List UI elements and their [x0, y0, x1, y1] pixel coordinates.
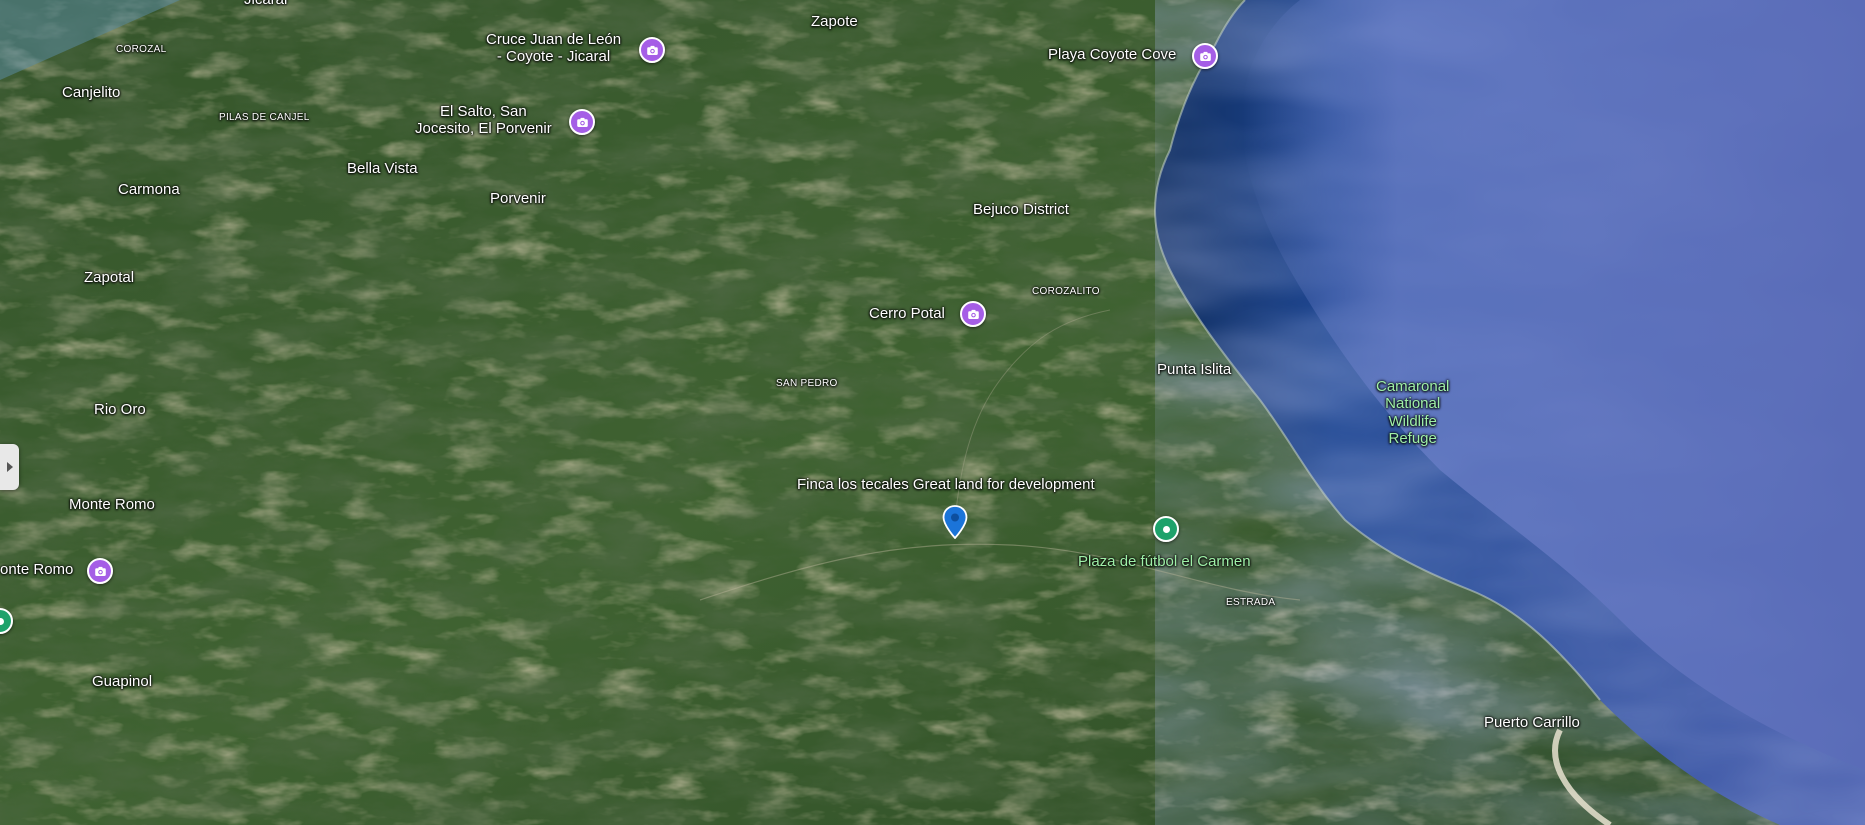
town-label-jicaral[interactable]: Jicaral: [244, 0, 287, 8]
map-pin-icon[interactable]: [942, 505, 968, 539]
camera-icon: [576, 117, 588, 127]
photo-marker-cerro-potal[interactable]: [960, 301, 986, 327]
place-label-plaza-futbol[interactable]: Plaza de fútbol el Carmen: [1078, 553, 1251, 570]
photo-point-label-el-salto[interactable]: El Salto, San Jocesito, El Porvenir: [415, 103, 552, 138]
selected-place-label[interactable]: Finca los tecales Great land for develop…: [797, 476, 1095, 493]
park-label-camaronal[interactable]: Camaronal National Wildlife Refuge: [1376, 378, 1449, 447]
photo-marker-el-salto[interactable]: [569, 109, 595, 135]
town-label-carmona[interactable]: Carmona: [118, 181, 180, 198]
camera-icon: [94, 566, 106, 576]
park-label-line: Refuge: [1388, 429, 1437, 447]
photo-point-label-line: Jocesito, El Porvenir: [415, 120, 552, 138]
town-label-rio-oro[interactable]: Rio Oro: [94, 401, 146, 418]
town-label-canjelito[interactable]: Canjelito: [62, 84, 120, 101]
photo-point-label-line: - Coyote - Jicaral: [496, 48, 611, 66]
photo-marker-playa[interactable]: [1192, 43, 1218, 69]
satellite-map[interactable]: Jicaral Zapote Canjelito Carmona Bella V…: [0, 0, 1865, 825]
district-label-corozalito[interactable]: COROZALITO: [1032, 286, 1100, 298]
camera-icon: [646, 45, 658, 55]
town-label-zapotal[interactable]: Zapotal: [84, 269, 134, 286]
park-label-line: National: [1385, 395, 1441, 413]
district-label-corozal[interactable]: COROZAL: [116, 44, 166, 56]
photo-point-label-line: Cruce Juan de León: [486, 31, 622, 48]
place-dot-icon[interactable]: [1153, 516, 1179, 542]
park-label-line: Wildlife: [1388, 412, 1437, 430]
town-label-bella-vista[interactable]: Bella Vista: [347, 160, 418, 177]
camera-icon: [1199, 51, 1211, 61]
town-label-bejuco[interactable]: Bejuco District: [973, 201, 1069, 218]
camera-icon: [967, 309, 979, 319]
district-label-pilas-de-canjel[interactable]: PILAS DE CANJEL: [219, 112, 310, 124]
town-label-punta-islita[interactable]: Punta Islita: [1157, 361, 1231, 378]
side-panel-toggle[interactable]: [0, 444, 19, 490]
town-label-porvenir[interactable]: Porvenir: [490, 190, 546, 207]
town-label-monte-romo[interactable]: Monte Romo: [69, 496, 155, 513]
town-label-puerto-carrillo[interactable]: Puerto Carrillo: [1484, 714, 1580, 731]
photo-point-label-cerro-potal[interactable]: Cerro Potal: [869, 305, 945, 322]
terrain-imagery: [0, 0, 1865, 825]
town-label-guapinol[interactable]: Guapinol: [92, 673, 152, 690]
photo-marker-monte-romo[interactable]: [87, 558, 113, 584]
chevron-right-icon: [6, 462, 13, 472]
district-label-estrada[interactable]: ESTRADA: [1226, 597, 1275, 609]
photo-point-label-cruce[interactable]: Cruce Juan de León - Coyote - Jicaral: [486, 31, 621, 66]
photo-point-label-monte-romo[interactable]: onte Romo: [0, 561, 73, 578]
place-dot-center: [1162, 525, 1170, 533]
photo-point-label-line: El Salto, San: [440, 103, 527, 120]
place-dot-center: [0, 617, 4, 625]
park-label-line: Camaronal: [1376, 378, 1450, 395]
town-label-zapote[interactable]: Zapote: [811, 13, 858, 30]
photo-point-label-playa[interactable]: Playa Coyote Cove: [1048, 46, 1176, 63]
district-label-san-pedro[interactable]: SAN PEDRO: [776, 378, 838, 390]
photo-marker-cruce[interactable]: [639, 37, 665, 63]
